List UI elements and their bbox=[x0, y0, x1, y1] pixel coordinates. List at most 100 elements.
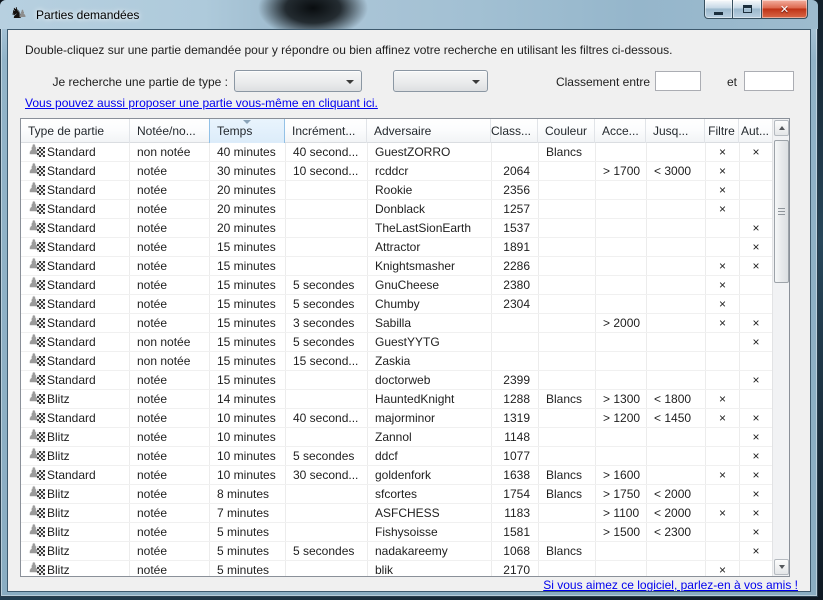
cell-rated: notée bbox=[130, 371, 210, 389]
column-header-time[interactable]: Temps bbox=[209, 119, 285, 143]
seek-row[interactable]: ♟Standardnotée20 minutesTheLastSionEarth… bbox=[21, 219, 772, 238]
cell-up-to bbox=[647, 466, 706, 484]
column-header-up-to[interactable]: Jusq... bbox=[646, 119, 705, 143]
cell-filter: × bbox=[706, 162, 740, 180]
cell-color: Blancs bbox=[539, 390, 596, 408]
seek-row[interactable]: ♟Standardnotée10 minutes30 second...gold… bbox=[21, 466, 772, 485]
cell-increment bbox=[286, 257, 368, 275]
pawn-board-icon: ♟ bbox=[28, 221, 47, 234]
cell-type: ♟Standard bbox=[21, 276, 130, 294]
cell-adversary: ASFCHESS bbox=[368, 504, 492, 522]
cell-color bbox=[539, 428, 596, 446]
cell-time: 30 minutes bbox=[210, 162, 286, 180]
column-header-rated[interactable]: Notée/no... bbox=[130, 119, 210, 143]
seek-row[interactable]: ♟Blitznotée14 minutesHauntedKnight1288Bl… bbox=[21, 390, 772, 409]
cell-rated: notée bbox=[130, 314, 210, 332]
pawn-board-icon: ♟ bbox=[28, 392, 47, 405]
cell-type: ♟Standard bbox=[21, 200, 130, 218]
cell-rating: 1638 bbox=[492, 466, 539, 484]
seek-row[interactable]: ♟Blitznotée5 minutes5 secondesnadakareem… bbox=[21, 542, 772, 561]
propose-game-link[interactable]: Vous pouvez aussi proposer une partie vo… bbox=[25, 96, 378, 110]
title-bar[interactable]: ♞ ♟ Parties demandées ✕ bbox=[0, 0, 818, 29]
seek-row[interactable]: ♟Standardnotée15 minutesAttractor1891× bbox=[21, 238, 772, 257]
cell-up-to bbox=[647, 219, 706, 237]
cell-increment: 40 second... bbox=[286, 143, 368, 161]
seek-row[interactable]: ♟Standardnotée15 minutes5 secondesGnuChe… bbox=[21, 276, 772, 295]
cell-time: 7 minutes bbox=[210, 504, 286, 522]
cell-type: ♟Standard bbox=[21, 333, 130, 351]
vertical-scrollbar[interactable] bbox=[772, 119, 789, 576]
maximize-button[interactable] bbox=[733, 0, 761, 19]
minimize-button[interactable] bbox=[704, 0, 733, 19]
seek-list-body: ♟Standardnon notée40 minutes40 second...… bbox=[21, 143, 772, 577]
seek-row[interactable]: ♟Standardnotée15 minutes5 secondesChumby… bbox=[21, 295, 772, 314]
column-header-rating[interactable]: Class... bbox=[491, 119, 538, 143]
seek-row[interactable]: ♟Standardnon notée40 minutes40 second...… bbox=[21, 143, 772, 162]
scroll-up-button[interactable] bbox=[774, 120, 789, 136]
seek-row[interactable]: ♟Blitznotée5 minutesblik2170× bbox=[21, 561, 772, 577]
column-header-color[interactable]: Couleur bbox=[538, 119, 595, 143]
cell-up-to bbox=[647, 447, 706, 465]
seek-row[interactable]: ♟Standardnotée20 minutesDonblack1257× bbox=[21, 200, 772, 219]
cell-adversary: HauntedKnight bbox=[368, 390, 492, 408]
scrollbar-thumb[interactable] bbox=[774, 140, 789, 283]
seek-row[interactable]: ♟Blitznotée5 minutesFishysoisse1581> 150… bbox=[21, 523, 772, 542]
rating-range-label: Classement entre bbox=[508, 75, 650, 89]
cell-adversary: Attractor bbox=[368, 238, 492, 256]
column-header-type[interactable]: Type de partie bbox=[21, 119, 130, 143]
tell-friends-link[interactable]: Si vous aimez ce logiciel, parlez-en à v… bbox=[543, 578, 798, 592]
cell-type: ♟Standard bbox=[21, 314, 130, 332]
cell-type: ♟Standard bbox=[21, 295, 130, 313]
cell-auto: × bbox=[740, 219, 772, 237]
pawn-board-icon: ♟ bbox=[28, 240, 47, 253]
column-header-increment[interactable]: Incrément... bbox=[285, 119, 367, 143]
column-header-filter[interactable]: Filtre bbox=[705, 119, 739, 143]
seek-row[interactable]: ♟Standardnotée15 minutesdoctorweb2399× bbox=[21, 371, 772, 390]
cell-increment bbox=[286, 428, 368, 446]
seek-row[interactable]: ♟Standardnotée20 minutesRookie2356× bbox=[21, 181, 772, 200]
cell-auto bbox=[740, 276, 772, 294]
cell-auto: × bbox=[740, 371, 772, 389]
seek-row[interactable]: ♟Blitznotée10 minutes5 secondesddcf1077× bbox=[21, 447, 772, 466]
seek-row[interactable]: ♟Standardnon notée15 minutes15 second...… bbox=[21, 352, 772, 371]
rating-max-input[interactable] bbox=[744, 71, 794, 91]
seek-row[interactable]: ♟Standardnotée15 minutes3 secondesSabill… bbox=[21, 314, 772, 333]
column-header-adversary[interactable]: Adversaire bbox=[367, 119, 491, 143]
cell-adversary: Sabilla bbox=[368, 314, 492, 332]
cell-up-to bbox=[647, 295, 706, 313]
seek-row[interactable]: ♟Standardnotée30 minutes10 second...rcdd… bbox=[21, 162, 772, 181]
cell-color bbox=[539, 314, 596, 332]
cell-rated: notée bbox=[130, 295, 210, 313]
cell-type: ♟Standard bbox=[21, 352, 130, 370]
column-header-auto[interactable]: Aut... bbox=[739, 119, 771, 143]
cell-rating bbox=[492, 352, 539, 370]
cell-accepted-from: > 1200 bbox=[596, 409, 647, 427]
cell-rating: 2286 bbox=[492, 257, 539, 275]
seek-row[interactable]: ♟Blitznotée8 minutessfcortes1754Blancs> … bbox=[21, 485, 772, 504]
cell-adversary: nadakareemy bbox=[368, 542, 492, 560]
cell-time: 20 minutes bbox=[210, 219, 286, 237]
cell-rating: 1537 bbox=[492, 219, 539, 237]
cell-color bbox=[539, 333, 596, 351]
seek-row[interactable]: ♟Standardnotée15 minutesKnightsmasher228… bbox=[21, 257, 772, 276]
cell-color: Blancs bbox=[539, 143, 596, 161]
column-header-accepted-from[interactable]: Acce... bbox=[595, 119, 646, 143]
cell-rated: notée bbox=[130, 447, 210, 465]
cell-rating: 1257 bbox=[492, 200, 539, 218]
seek-row[interactable]: ♟Blitznotée7 minutesASFCHESS1183> 1100< … bbox=[21, 504, 772, 523]
cell-up-to: < 1800 bbox=[647, 390, 706, 408]
seek-row[interactable]: ♟Standardnotée10 minutes40 second...majo… bbox=[21, 409, 772, 428]
cell-time: 5 minutes bbox=[210, 561, 286, 577]
close-button[interactable]: ✕ bbox=[761, 0, 808, 19]
seek-row[interactable]: ♟Blitznotée10 minutesZannol1148× bbox=[21, 428, 772, 447]
rating-min-input[interactable] bbox=[655, 71, 701, 91]
game-type-combobox[interactable] bbox=[234, 70, 362, 92]
cell-adversary: majorminor bbox=[368, 409, 492, 427]
scroll-down-button[interactable] bbox=[774, 559, 789, 575]
seek-row[interactable]: ♟Standardnon notée15 minutes5 secondesGu… bbox=[21, 333, 772, 352]
cell-increment: 5 secondes bbox=[286, 295, 368, 313]
cell-time: 15 minutes bbox=[210, 257, 286, 275]
close-icon: ✕ bbox=[780, 3, 789, 16]
game-category-combobox[interactable] bbox=[393, 70, 488, 92]
cell-filter bbox=[706, 485, 740, 503]
